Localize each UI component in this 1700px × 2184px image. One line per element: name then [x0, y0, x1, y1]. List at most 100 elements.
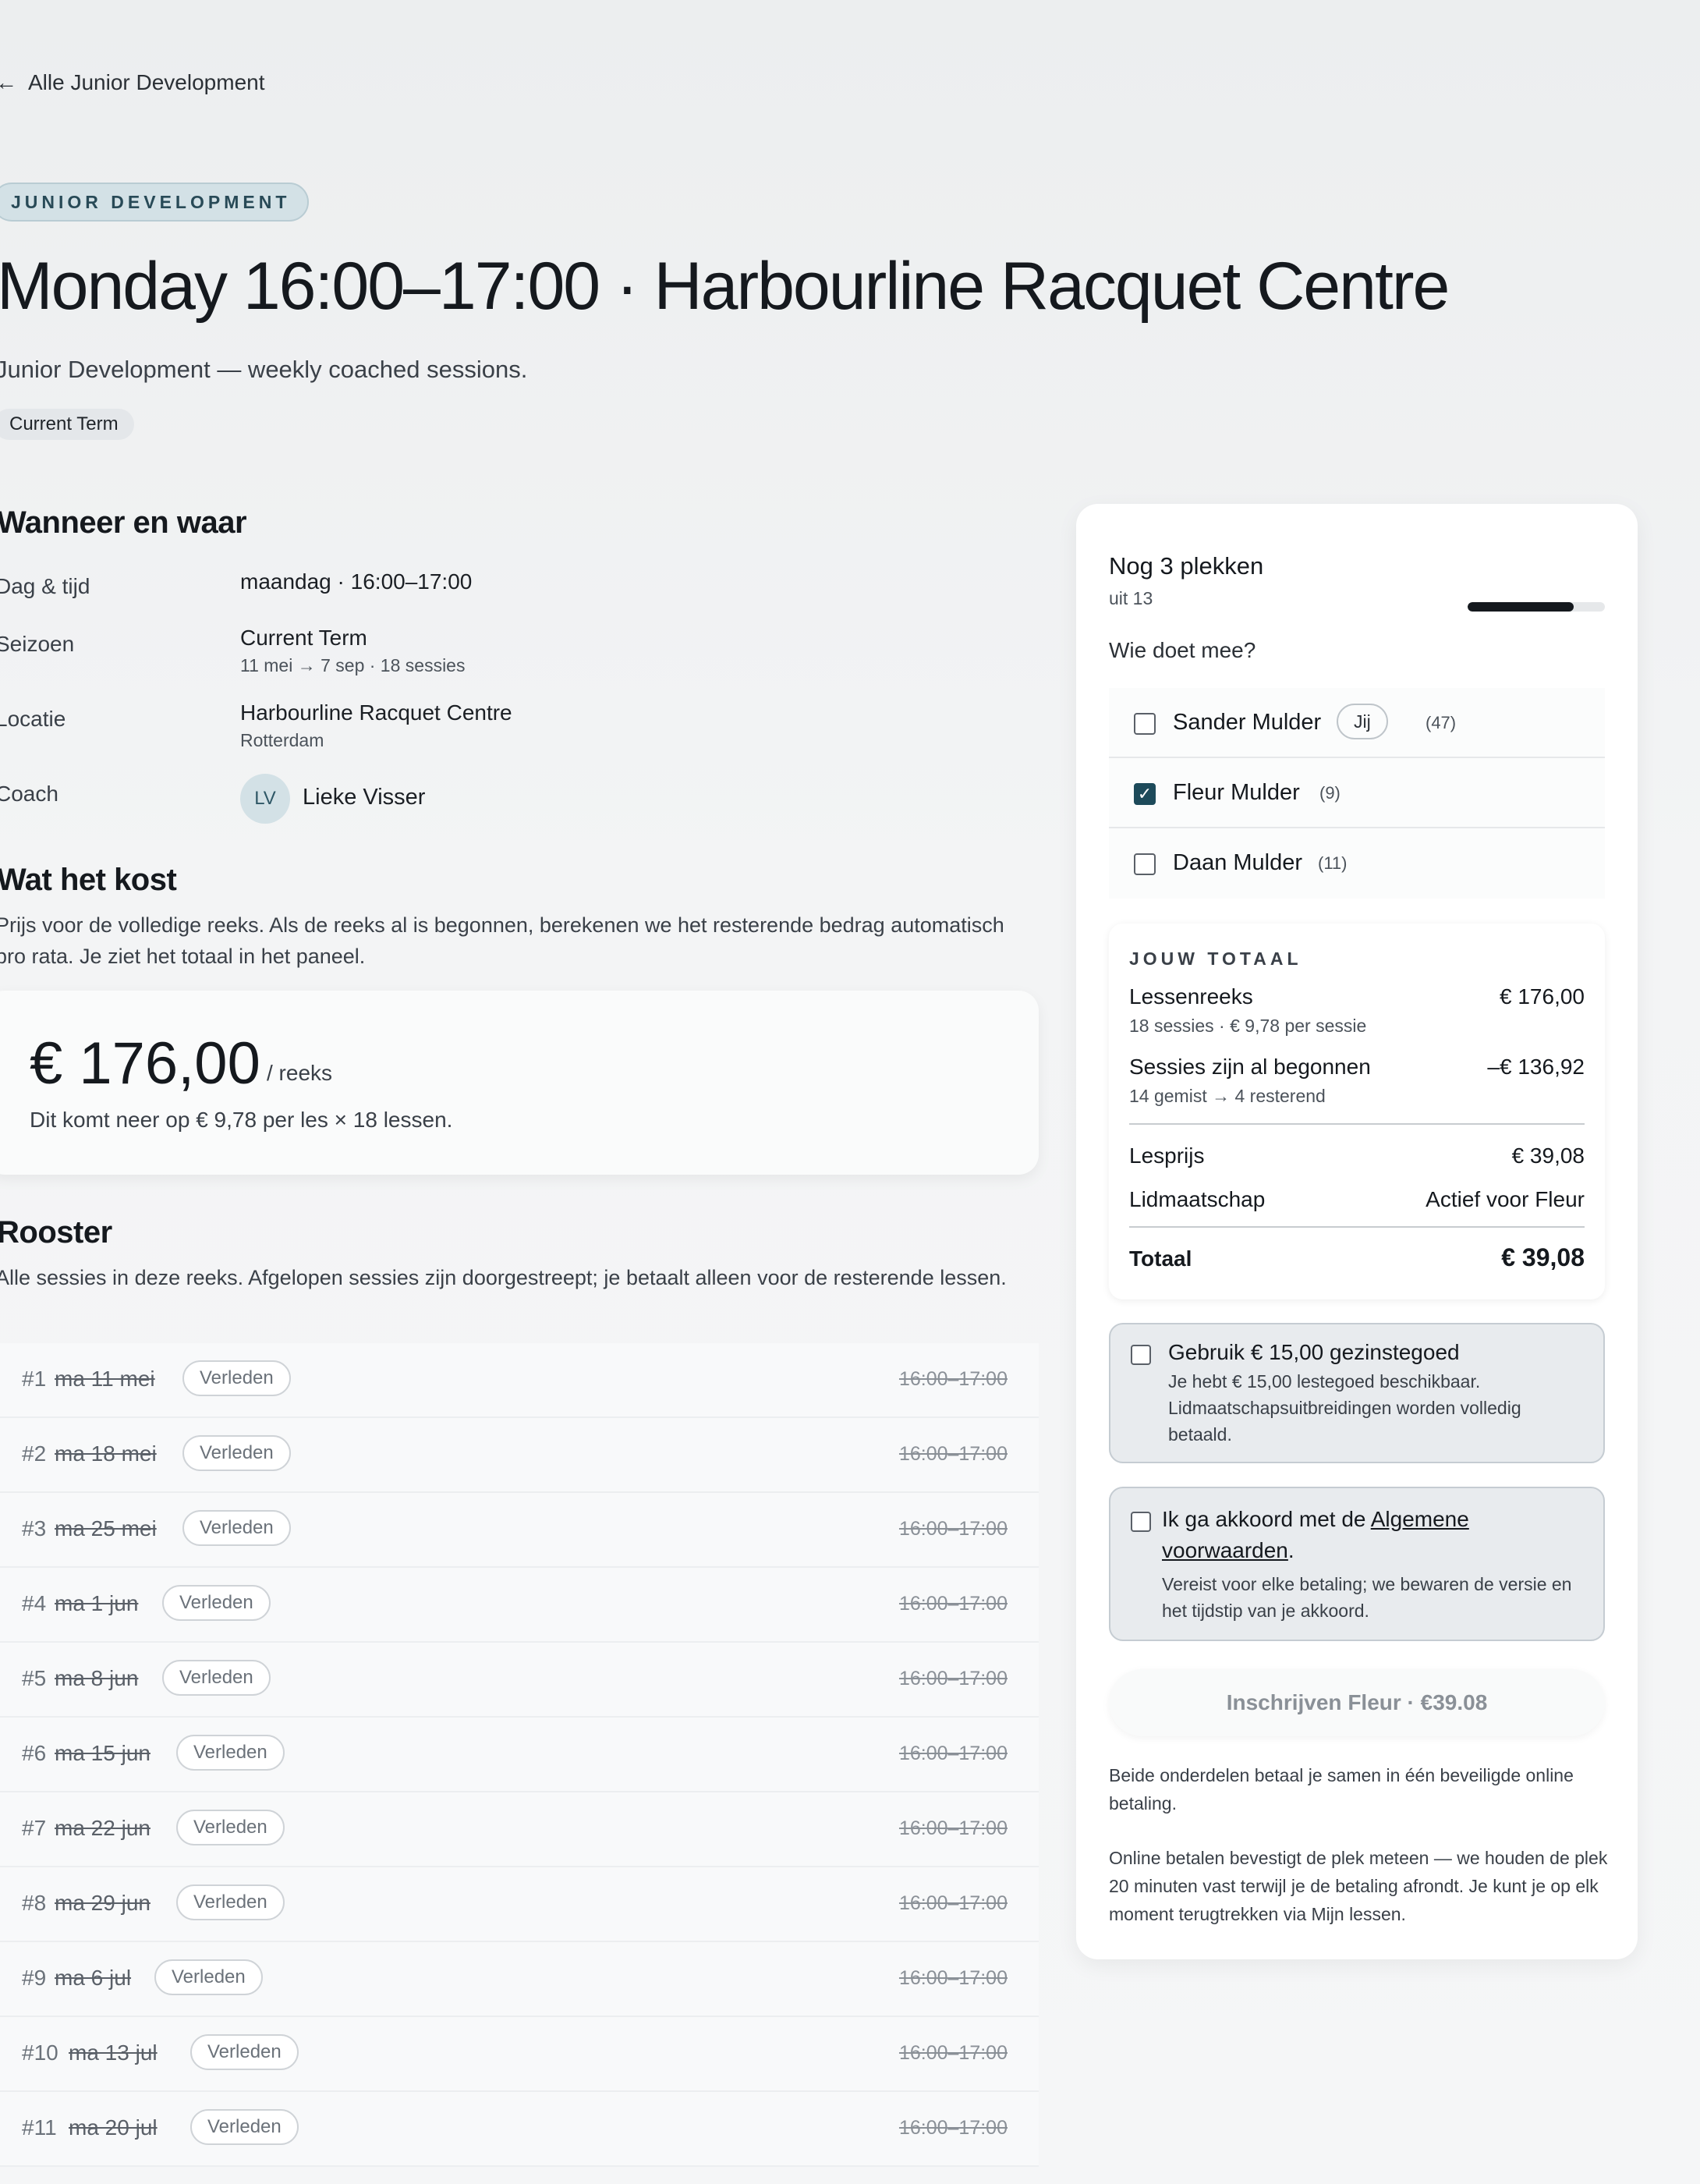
location-value: Harbourline Racquet Centre	[240, 700, 512, 725]
member-self-tag: Jij	[1337, 704, 1388, 739]
session-time: 16:00–17:00	[898, 1967, 1008, 1989]
session-number: #5	[22, 1666, 47, 1690]
session-time: 16:00–17:00	[898, 1743, 1008, 1764]
series-value: € 176,00	[1500, 984, 1585, 1009]
series-price: € 176,00	[30, 1030, 260, 1097]
credit-checkbox[interactable]	[1131, 1345, 1151, 1365]
session-time: 16:00–17:00	[898, 1817, 1008, 1839]
schedule-row: #11 ma 20 jul Verleden 16:00–17:00	[0, 2092, 1039, 2167]
schedule-row: #2 ma 18 mei Verleden 16:00–17:00	[0, 1418, 1039, 1493]
schedule-row: #7 ma 22 jun Verleden 16:00–17:00	[0, 1792, 1039, 1867]
schedule-row: #10 ma 13 jul Verleden 16:00–17:00	[0, 2017, 1039, 2092]
past-badge: Verleden	[190, 2034, 299, 2070]
schedule-list: #1 ma 11 mei Verleden 16:00–17:00 #2 ma 18 me…	[0, 1343, 1039, 2167]
session-date: ma 18 mei	[55, 1441, 157, 1466]
total-value: € 39,08	[1501, 1243, 1585, 1271]
session-time: 16:00–17:00	[898, 2117, 1008, 2139]
session-number: #4	[22, 1591, 47, 1615]
member-row[interactable]: Sander Mulder Jij (47)	[1109, 688, 1605, 758]
member-checkbox[interactable]	[1134, 713, 1156, 735]
started-label: Sessies zijn al begonnen	[1129, 1055, 1371, 1079]
arrow-left-icon: ←	[0, 70, 17, 94]
member-checkbox[interactable]	[1134, 853, 1156, 875]
schedule-row: #8 ma 29 jun Verleden 16:00–17:00	[0, 1867, 1039, 1942]
schedule-row: #3 ma 25 mei Verleden 16:00–17:00	[0, 1493, 1039, 1568]
past-badge: Verleden	[162, 1585, 271, 1621]
past-badge: Verleden	[176, 1735, 285, 1771]
day-value: maandag · 16:00–17:00	[240, 569, 473, 594]
season-label: Seizoen	[0, 632, 75, 656]
page-subtitle: Junior Development — weekly coached sess…	[0, 356, 528, 383]
terms-title: Ik ga akkoord met de Algemene voorwaarde…	[1162, 1504, 1567, 1566]
price-note: Dit komt neer op € 9,78 per les × 18 les…	[30, 1108, 453, 1132]
past-badge: Verleden	[176, 1810, 285, 1845]
past-badge: Verleden	[182, 1435, 291, 1471]
session-time: 16:00–17:00	[898, 1892, 1008, 1914]
session-date: ma 8 jun	[55, 1666, 139, 1690]
location-sub: Rotterdam	[240, 730, 324, 750]
session-time: 16:00–17:00	[898, 1368, 1008, 1390]
cost-description: Prijs voor de volledige reeks. Als de re…	[0, 913, 1004, 968]
past-badge: Verleden	[190, 2109, 299, 2145]
lesson-label: Lesprijs	[1129, 1143, 1205, 1168]
session-number: #11	[22, 2115, 57, 2140]
lesson-value: € 39,08	[1511, 1143, 1585, 1168]
divider	[1129, 1123, 1585, 1125]
member-row[interactable]: Daan Mulder (11)	[1109, 828, 1605, 899]
cost-heading: Wat het kost	[0, 863, 177, 897]
terms-suffix: .	[1287, 1538, 1294, 1562]
terms-checkbox[interactable]	[1131, 1512, 1151, 1532]
back-link[interactable]: ← Alle Junior Development	[0, 70, 265, 95]
member-age: (47)	[1426, 713, 1457, 732]
total-card: JOUW TOTAAL Lessenreeks € 176,00 18 sess…	[1109, 924, 1605, 1299]
spots-progress-bar	[1468, 602, 1605, 612]
session-date: ma 20 jul	[69, 2115, 158, 2140]
schedule-row: #1 ma 11 mei Verleden 16:00–17:00	[0, 1343, 1039, 1418]
coach-label: Coach	[0, 782, 58, 806]
past-badge: Verleden	[162, 1660, 271, 1696]
series-sub: 18 sessies · € 9,78 per sessie	[1129, 1016, 1367, 1036]
schedule-row: #6 ma 15 jun Verleden 16:00–17:00	[0, 1718, 1039, 1792]
terms-text: Vereist voor elke betaling; we bewaren d…	[1162, 1574, 1572, 1621]
session-time: 16:00–17:00	[898, 1443, 1008, 1465]
spots-progress-fill	[1468, 602, 1574, 612]
session-date: ma 25 mei	[55, 1516, 157, 1540]
divider	[1129, 1226, 1585, 1228]
session-date: ma 22 jun	[55, 1816, 151, 1840]
member-row[interactable]: ✓ Fleur Mulder (9)	[1109, 758, 1605, 828]
who-label: Wie doet mee?	[1109, 638, 1256, 662]
total-eyebrow: JOUW TOTAAL	[1129, 948, 1302, 969]
membership-value: Actief voor Fleur	[1426, 1187, 1585, 1211]
past-badge: Verleden	[176, 1884, 285, 1920]
session-number: #9	[22, 1966, 47, 1990]
back-link-label: Alle Junior Development	[28, 70, 265, 94]
credit-text: Je hebt € 15,00 lestegoed beschikbaar. L…	[1168, 1371, 1521, 1445]
enrol-button[interactable]: Inschrijven Fleur · €39.08	[1109, 1669, 1605, 1736]
season-value: Current Term	[240, 626, 367, 650]
session-time: 16:00–17:00	[898, 2042, 1008, 2064]
started-sub: 14 gemist → 4 resterend	[1129, 1086, 1326, 1106]
family-credit-option[interactable]: Gebruik € 15,00 gezinstegoed Je hebt € 1…	[1109, 1323, 1605, 1463]
enrolment-panel: Nog 3 plekken uit 13 Wie doet mee? Sande…	[1076, 504, 1638, 1959]
series-label: Lessenreeks	[1129, 984, 1253, 1009]
session-date: ma 13 jul	[69, 2040, 158, 2065]
price-unit: / reeks	[267, 1061, 333, 1085]
schedule-description: Alle sessies in deze reeks. Afgelopen se…	[0, 1266, 1007, 1289]
price-card: € 176,00 / reeks Dit komt neer op € 9,78…	[0, 991, 1039, 1175]
member-age: (9)	[1319, 783, 1341, 803]
past-badge: Verleden	[182, 1360, 291, 1396]
season-sub: 11 mei → 7 sep · 18 sessies	[240, 655, 466, 675]
credit-title: Gebruik € 15,00 gezinstegoed	[1168, 1340, 1460, 1364]
member-name: Fleur Mulder	[1173, 780, 1300, 805]
member-checkbox[interactable]: ✓	[1134, 783, 1156, 805]
past-badge: Verleden	[154, 1959, 263, 1995]
session-number: #1	[22, 1367, 47, 1391]
terms-prefix: Ik ga akkoord met de	[1162, 1507, 1371, 1531]
session-date: ma 29 jun	[55, 1891, 151, 1915]
terms-consent[interactable]: Ik ga akkoord met de Algemene voorwaarde…	[1109, 1487, 1605, 1641]
hold-note: Online betalen bevestigt de plek meteen …	[1109, 1848, 1608, 1924]
past-badge: Verleden	[182, 1510, 291, 1546]
term-chip: Current Term	[0, 409, 134, 440]
coach-name: Lieke Visser	[303, 785, 426, 810]
spots-title: Nog 3 plekken	[1109, 552, 1264, 580]
